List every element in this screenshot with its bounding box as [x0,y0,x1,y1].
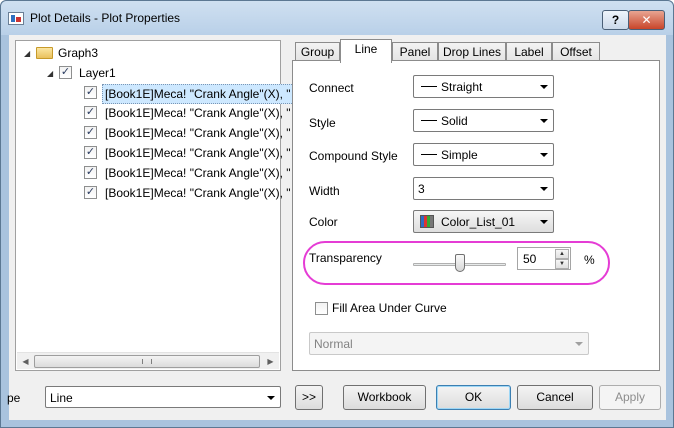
transparency-value: 50 [523,252,537,266]
plot-label: [Book1E]Meca! "Crank Angle"(X), " [105,126,291,140]
compound-style-value: Simple [441,148,478,162]
cancel-button[interactable]: Cancel [517,385,593,410]
tab-drop-lines[interactable]: Drop Lines [438,42,506,61]
tree-item-plot[interactable]: ✓ [Book1E]Meca! "Crank Angle"(X), " [84,164,291,182]
tab-line[interactable]: Line [340,39,392,63]
collapse-icon[interactable]: ◢ [24,49,33,58]
help-button[interactable]: ? [602,10,629,30]
transparency-slider-thumb[interactable] [454,254,465,272]
tree-item-plot[interactable]: ✓ [Book1E]Meca! "Crank Angle"(X), " [84,84,294,104]
tree-item-plot[interactable]: ✓ [Book1E]Meca! "Crank Angle"(X), " [84,144,291,162]
plot-label: [Book1E]Meca! "Crank Angle"(X), " [105,166,291,180]
tree-horizontal-scrollbar[interactable]: ◀ ▶ [17,352,279,369]
compound-style-label: Compound Style [309,149,398,163]
plot-details-window: Plot Details - Plot Properties ? ✕ ◢ Gra… [0,0,674,428]
folder-icon [36,47,53,59]
fill-mode-dropdown: Normal [309,332,589,355]
line-tab-panel: Connect Straight Style Solid Compound St… [292,60,660,371]
chevron-down-icon [540,85,548,89]
spin-down-icon[interactable]: ▼ [555,259,569,269]
compound-style-dropdown[interactable]: Simple [413,143,554,166]
ok-button[interactable]: OK [436,385,511,410]
color-dropdown[interactable]: Color_List_01 [413,210,554,233]
plot-type-dropdown[interactable]: Line [45,386,281,408]
line-sample-icon [421,86,437,87]
chevron-down-icon [540,187,548,191]
tree-label-layer: Layer1 [79,66,116,80]
tree-item-plot[interactable]: ✓ [Book1E]Meca! "Crank Angle"(X), " [84,104,291,122]
chevron-down-icon [267,396,275,400]
tab-group[interactable]: Group [295,42,340,61]
scroll-right-icon[interactable]: ▶ [262,353,279,370]
tree-item-graph[interactable]: ◢ Graph3 [24,44,144,62]
spin-up-icon[interactable]: ▲ [555,249,569,259]
chevron-down-icon [540,119,548,123]
transparency-spinbox[interactable]: 50 ▲ ▼ [517,247,571,270]
plot-type-value: Line [50,391,73,405]
tree-item-plot[interactable]: ✓ [Book1E]Meca! "Crank Angle"(X), " [84,124,291,142]
title-bar[interactable]: Plot Details - Plot Properties ? ✕ [1,1,673,35]
tree-item-plot[interactable]: ✓ [Book1E]Meca! "Crank Angle"(X), " [84,184,291,202]
width-label: Width [309,184,340,198]
color-list-swatch-icon [420,215,434,228]
apply-button[interactable]: Apply [599,385,661,410]
plot-label: [Book1E]Meca! "Crank Angle"(X), " [102,84,294,104]
plot-label: [Book1E]Meca! "Crank Angle"(X), " [105,186,291,200]
plot-checkbox[interactable]: ✓ [84,106,97,119]
plot-checkbox[interactable]: ✓ [84,126,97,139]
transparency-label: Transparency [309,251,382,265]
workbook-button[interactable]: Workbook [343,385,426,410]
plot-label: [Book1E]Meca! "Crank Angle"(X), " [105,146,291,160]
style-label: Style [309,116,336,130]
line-sample-icon [421,120,437,121]
chevron-down-icon [540,153,548,157]
connect-dropdown[interactable]: Straight [413,75,554,98]
expand-button[interactable]: >> [295,385,323,410]
dialog-client: ◢ Graph3 ◢ ✓ Layer1 ✓ [Book1E]Meca! "Cra… [7,35,666,420]
tree-label-graph: Graph3 [58,46,99,60]
fill-mode-value: Normal [314,337,353,351]
plot-checkbox[interactable]: ✓ [84,146,97,159]
color-value: Color_List_01 [441,215,516,229]
scroll-thumb[interactable] [34,355,260,368]
style-value: Solid [441,114,468,128]
tab-panel[interactable]: Panel [392,42,438,61]
fill-area-checkbox[interactable] [315,302,328,315]
connect-label: Connect [309,81,354,95]
connect-value: Straight [441,80,483,94]
width-combobox[interactable]: 3 [413,177,554,200]
tab-label[interactable]: Label [506,42,552,61]
plot-type-label: pe [7,391,21,405]
plot-checkbox[interactable]: ✓ [84,166,97,179]
fill-area-label[interactable]: Fill Area Under Curve [332,301,447,315]
color-label: Color [309,215,338,229]
scroll-left-icon[interactable]: ◀ [17,353,34,370]
tree-item-layer[interactable]: ◢ ✓ Layer1 [47,64,167,82]
plot-checkbox[interactable]: ✓ [84,186,97,199]
plot-checkbox[interactable]: ✓ [84,86,97,99]
app-icon [8,12,24,25]
plot-tree[interactable]: ◢ Graph3 ◢ ✓ Layer1 ✓ [Book1E]Meca! "Cra… [15,40,294,371]
tab-offset[interactable]: Offset [552,42,600,61]
style-dropdown[interactable]: Solid [413,109,554,132]
window-title: Plot Details - Plot Properties [30,11,181,25]
width-value: 3 [418,182,425,196]
plot-label: [Book1E]Meca! "Crank Angle"(X), " [105,106,291,120]
collapse-icon[interactable]: ◢ [47,69,56,78]
chevron-down-icon [575,342,583,346]
chevron-down-icon [540,220,548,224]
close-button[interactable]: ✕ [628,10,665,30]
layer-checkbox[interactable]: ✓ [59,66,72,79]
line-sample-icon [421,154,437,155]
transparency-unit: % [584,253,595,267]
